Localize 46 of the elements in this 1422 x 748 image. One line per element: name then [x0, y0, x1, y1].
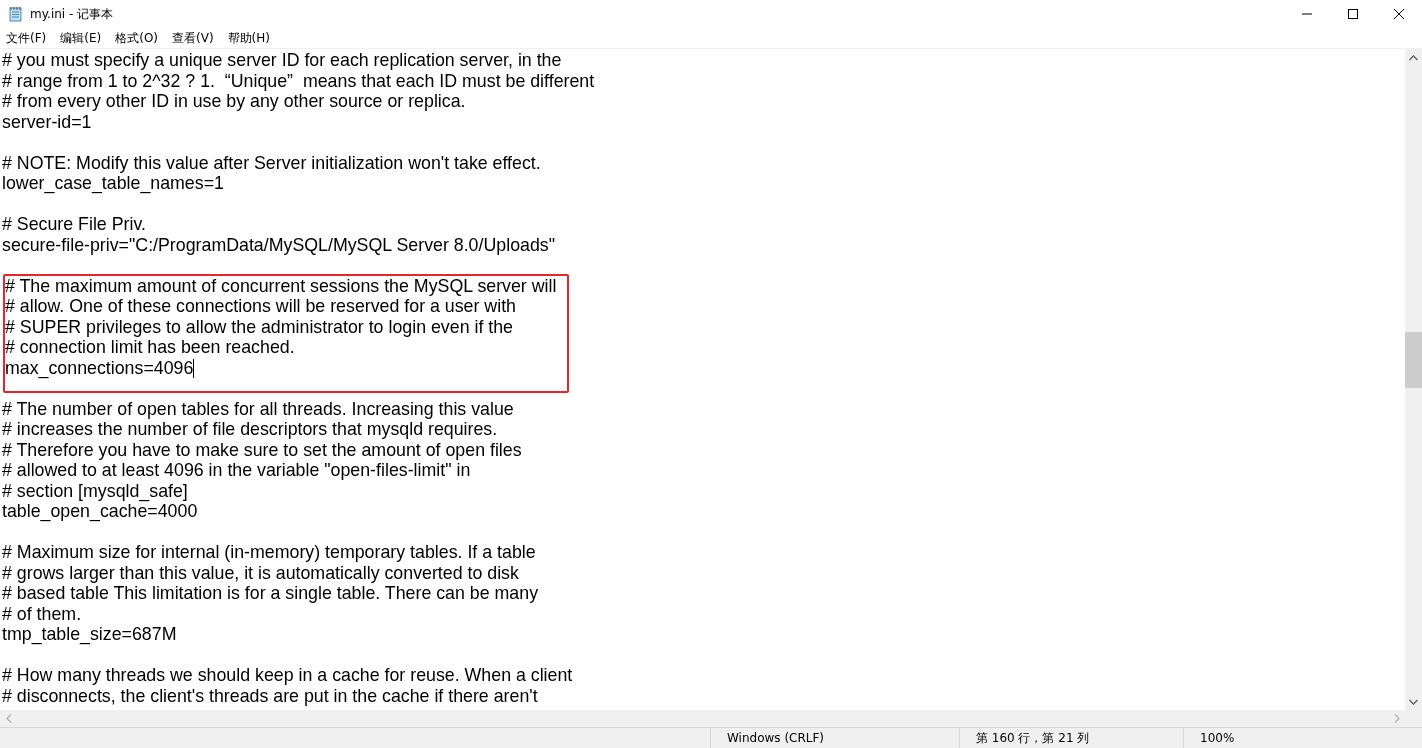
text-line: # allow. One of these connections will be reserved for a user with: [5, 296, 516, 317]
text-line: # based table This limitation is for a single table. There can be many: [2, 583, 539, 604]
text-line: # connection limit has been reached.: [5, 337, 295, 358]
text-line: # you must specify a unique server ID for each replication server, in the: [2, 50, 562, 71]
chevron-left-icon: [5, 714, 12, 723]
scroll-thumb[interactable]: [1405, 332, 1422, 388]
horizontal-scrollbar[interactable]: [0, 710, 1422, 727]
text-line: # increases the number of file descriptors that mysqld requires.: [2, 419, 498, 440]
chevron-down-icon: [1409, 698, 1418, 705]
text-line: # The maximum amount of concurrent sessions the MySQL server will: [5, 275, 557, 296]
menu-item[interactable]: 查看(V): [172, 29, 228, 47]
menu-item[interactable]: 格式(O): [115, 29, 173, 47]
notepad-icon: [8, 6, 24, 22]
text-line: table_open_cache=4000: [2, 501, 198, 522]
text-line: # allowed to at least 4096 in the variable "open-files-limit" in: [2, 460, 471, 481]
text-line: # Maximum size for internal (in-memory) temporary tables. If a table: [2, 542, 536, 563]
status-text: 100%: [1183, 728, 1422, 748]
text-line: # section [mysqld_safe]: [2, 480, 188, 501]
text-line: # grows larger than this value, it is automatically converted to disk: [2, 562, 519, 583]
menu-item[interactable]: 帮助(H): [227, 29, 284, 47]
vertical-scrollbar[interactable]: [1405, 49, 1422, 710]
chevron-right-icon: [1393, 714, 1400, 723]
menu-item[interactable]: 文件(F): [6, 29, 61, 47]
close-icon: [1394, 9, 1404, 19]
text-line: secure-file-priv="C:/ProgramData/MySQL/MySQL Server 8.0/Uploads": [2, 234, 555, 255]
text-line: server-id=1: [2, 111, 92, 132]
text-line: # from every other ID in use by any other source or replica.: [2, 91, 466, 112]
text-line: lower_case_table_names=1: [2, 173, 224, 194]
status-text: Windows (CRLF): [710, 728, 959, 748]
maximize-icon: [1348, 9, 1358, 19]
text-line: # NOTE: Modify this value after Server initialization won't take effect.: [2, 152, 541, 173]
status-text: 第 160 行，第 21 列: [958, 728, 1183, 748]
text-line: # SUPER privileges to allow the administrator to login even if the: [5, 316, 513, 337]
window-title: my.ini - 记事本: [30, 5, 115, 23]
text-line: tmp_table_size=687M: [2, 624, 177, 645]
text-line: # The number of open tables for all threads. Increasing this value: [2, 398, 514, 419]
text-line: # of them.: [2, 603, 82, 624]
text-line: # Secure File Priv.: [2, 214, 146, 235]
chevron-up-icon: [1409, 54, 1418, 61]
text-line: # disconnects, the client's threads are put in the cache if there aren't: [2, 685, 538, 706]
text-line: # Therefore you have to make sure to set the amount of open files: [2, 439, 522, 460]
text-line: # How many threads we should keep in a cache for reuse. When a client: [2, 665, 573, 686]
menu-item[interactable]: 编辑(E): [60, 29, 116, 47]
text-line: max_connections=4096: [5, 357, 194, 378]
text-cursor: [193, 358, 195, 378]
text-line: # range from 1 to 2^32 ? 1. “Unique” means that each ID must be different: [2, 70, 595, 91]
